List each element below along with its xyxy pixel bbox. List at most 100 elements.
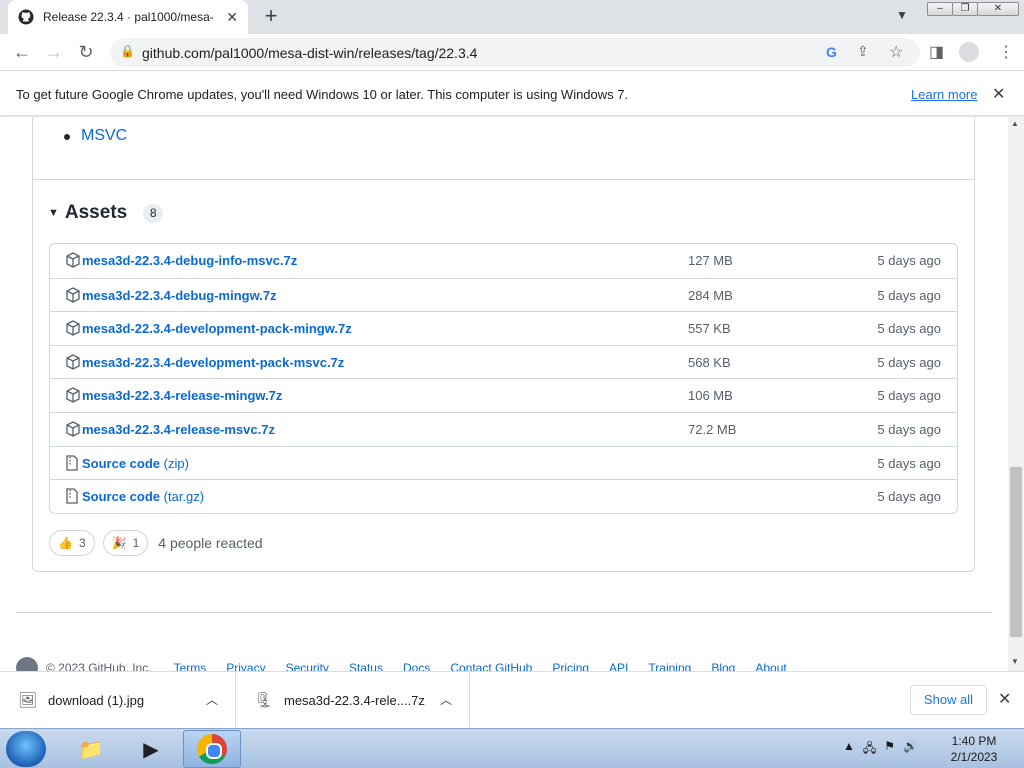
scroll-up-icon[interactable]: ▲ bbox=[1011, 119, 1019, 128]
browser-toolbar: ← → ↻ 🔒 github.com/pal1000/mesa-dist-win… bbox=[0, 34, 1024, 71]
github-logo-icon[interactable] bbox=[16, 657, 38, 671]
footer-link-training[interactable]: Training bbox=[648, 661, 691, 671]
new-tab-button[interactable]: + bbox=[259, 5, 283, 29]
reaction-hooray-button[interactable]: 🎉 1 bbox=[102, 530, 149, 556]
minimize-button[interactable]: – bbox=[927, 2, 953, 16]
asset-name[interactable]: mesa3d-22.3.4-release-mingw.7z bbox=[82, 388, 282, 403]
msvc-link[interactable]: MSVC bbox=[81, 127, 127, 145]
share-icon[interactable]: ⇪ bbox=[857, 43, 869, 60]
footer-link-privacy[interactable]: Privacy bbox=[226, 661, 265, 671]
show-all-button[interactable]: Show all bbox=[910, 685, 987, 715]
url-text[interactable]: github.com/pal1000/mesa-dist-win/release… bbox=[142, 45, 477, 61]
show-hidden-icons-icon[interactable]: ▲ bbox=[843, 739, 855, 760]
asset-date: 5 days ago bbox=[877, 354, 941, 370]
footer-link-terms[interactable]: Terms bbox=[174, 661, 207, 671]
forward-icon[interactable]: → bbox=[42, 40, 66, 64]
asset-name[interactable]: Source code bbox=[82, 489, 160, 504]
asset-date: 5 days ago bbox=[877, 421, 941, 437]
action-center-flag-icon[interactable]: ⚑ bbox=[884, 739, 895, 760]
asset-name-suffix[interactable]: (tar.gz) bbox=[160, 489, 204, 504]
asset-name[interactable]: mesa3d-22.3.4-development-pack-mingw.7z bbox=[82, 321, 352, 336]
scrollbar-thumb[interactable] bbox=[1010, 467, 1022, 637]
tab-close-icon[interactable]: ✕ bbox=[226, 9, 238, 26]
asset-name[interactable]: mesa3d-22.3.4-release-msvc.7z bbox=[82, 422, 275, 437]
explorer-icon[interactable]: 📁 bbox=[62, 730, 120, 768]
file-zip-icon bbox=[66, 454, 80, 471]
asset-row: mesa3d-22.3.4-release-mingw.7z 106 MB 5 da… bbox=[50, 378, 957, 412]
profile-avatar-icon[interactable] bbox=[959, 42, 979, 62]
package-icon bbox=[66, 421, 80, 437]
clock[interactable]: 1:40 PM 2/1/2023 bbox=[944, 733, 1004, 765]
scroll-down-icon[interactable]: ▼ bbox=[1011, 657, 1019, 666]
asset-link[interactable]: mesa3d-22.3.4-development-pack-msvc.7z bbox=[82, 355, 344, 370]
vertical-scrollbar[interactable]: ▲ ▼ bbox=[1008, 117, 1024, 671]
back-icon[interactable]: ← bbox=[10, 40, 34, 64]
reaction-thumbs-up-button[interactable]: 👍 3 bbox=[49, 530, 95, 556]
page-content: MSVC ▼ Assets 8 mesa3d-22.3.4-debug-info… bbox=[0, 117, 1008, 671]
asset-name-suffix[interactable]: (zip) bbox=[160, 456, 189, 471]
asset-row: mesa3d-22.3.4-debug-info-msvc.7z 127 MB 5 … bbox=[50, 244, 957, 278]
footer-link-about[interactable]: About bbox=[755, 661, 786, 671]
bookmark-star-icon[interactable]: ☆ bbox=[889, 42, 903, 62]
footer-link-docs[interactable]: Docs bbox=[403, 661, 430, 671]
party-popper-icon: 🎉 bbox=[111, 536, 127, 550]
infobar-close-icon[interactable]: ✕ bbox=[992, 84, 1005, 104]
asset-link[interactable]: Source code (zip) bbox=[82, 456, 189, 471]
clock-date: 2/1/2023 bbox=[950, 750, 998, 764]
menu-kebab-icon[interactable]: ⋮ bbox=[998, 42, 1014, 62]
footer-link-status[interactable]: Status bbox=[349, 661, 383, 671]
reaction-count: 1 bbox=[132, 536, 140, 550]
restore-button[interactable]: ❐ bbox=[952, 2, 978, 16]
media-player-icon[interactable]: ▶ bbox=[122, 730, 180, 768]
window-close-button[interactable]: ✕ bbox=[977, 2, 1019, 16]
volume-icon[interactable]: 🔊 bbox=[903, 739, 918, 760]
asset-link[interactable]: Source code (tar.gz) bbox=[82, 489, 204, 504]
footer-link-security[interactable]: Security bbox=[286, 661, 329, 671]
archive-file-icon: 🗜 bbox=[254, 692, 274, 709]
asset-link[interactable]: mesa3d-22.3.4-release-msvc.7z bbox=[82, 422, 275, 437]
google-translate-icon[interactable]: G bbox=[826, 44, 837, 60]
tab-title: Release 22.3.4 · pal1000/mesa-di bbox=[43, 10, 213, 24]
asset-size: 284 MB bbox=[688, 287, 733, 303]
asset-name[interactable]: mesa3d-22.3.4-development-pack-msvc.7z bbox=[82, 355, 344, 370]
lock-icon[interactable]: 🔒 bbox=[120, 44, 135, 58]
download-item[interactable]: 🗜 mesa3d-22.3.4-rele....7z ︿ bbox=[236, 672, 470, 728]
reload-icon[interactable]: ↻ bbox=[74, 40, 98, 64]
browser-tab[interactable]: Release 22.3.4 · pal1000/mesa-di ✕ bbox=[8, 0, 248, 34]
asset-size: 557 KB bbox=[688, 321, 731, 337]
asset-link[interactable]: mesa3d-22.3.4-debug-mingw.7z bbox=[82, 288, 277, 303]
asset-link[interactable]: mesa3d-22.3.4-development-pack-mingw.7z bbox=[82, 321, 352, 336]
asset-link[interactable]: mesa3d-22.3.4-release-mingw.7z bbox=[82, 388, 282, 403]
footer-link-api[interactable]: API bbox=[609, 661, 628, 671]
network-icon[interactable]: 🖧 bbox=[863, 739, 876, 760]
infobar-message: To get future Google Chrome updates, you… bbox=[16, 87, 629, 102]
update-infobar: To get future Google Chrome updates, you… bbox=[0, 72, 1024, 116]
shelf-close-icon[interactable]: ✕ bbox=[998, 689, 1011, 709]
address-bar[interactable]: 🔒 github.com/pal1000/mesa-dist-win/relea… bbox=[110, 38, 920, 67]
footer-copyright: © 2023 GitHub, Inc. bbox=[46, 661, 152, 671]
download-item[interactable]: 🖼 download (1).jpg ︿ bbox=[0, 672, 236, 728]
caret-down-icon[interactable]: ▼ bbox=[48, 207, 59, 219]
assets-label[interactable]: Assets bbox=[65, 202, 127, 224]
asset-name[interactable]: Source code bbox=[82, 456, 160, 471]
footer-link-contact[interactable]: Contact GitHub bbox=[450, 661, 532, 671]
start-button[interactable] bbox=[6, 731, 46, 767]
divider bbox=[16, 612, 992, 613]
asset-name[interactable]: mesa3d-22.3.4-debug-info-msvc.7z bbox=[82, 253, 297, 268]
asset-row: mesa3d-22.3.4-development-pack-mingw.7z 5… bbox=[50, 311, 957, 345]
asset-name[interactable]: mesa3d-22.3.4-debug-mingw.7z bbox=[82, 288, 277, 303]
learn-more-link[interactable]: Learn more bbox=[911, 87, 977, 102]
chevron-up-icon[interactable]: ︿ bbox=[206, 691, 218, 708]
chrome-taskbar-button[interactable] bbox=[183, 730, 241, 768]
footer-link-blog[interactable]: Blog bbox=[711, 661, 735, 671]
asset-link[interactable]: mesa3d-22.3.4-debug-info-msvc.7z bbox=[82, 253, 297, 268]
reacted-summary[interactable]: 4 people reacted bbox=[158, 535, 262, 551]
chrome-icon bbox=[197, 734, 227, 764]
tab-search-icon[interactable]: ▼ bbox=[896, 8, 908, 22]
side-panel-icon[interactable]: ◨ bbox=[929, 42, 944, 62]
footer-link-pricing[interactable]: Pricing bbox=[552, 661, 589, 671]
chevron-up-icon[interactable]: ︿ bbox=[440, 691, 452, 708]
assets-header[interactable]: ▼ Assets 8 bbox=[48, 202, 164, 224]
asset-row: Source code (zip) 5 days ago bbox=[50, 445, 957, 480]
divider bbox=[33, 179, 974, 180]
